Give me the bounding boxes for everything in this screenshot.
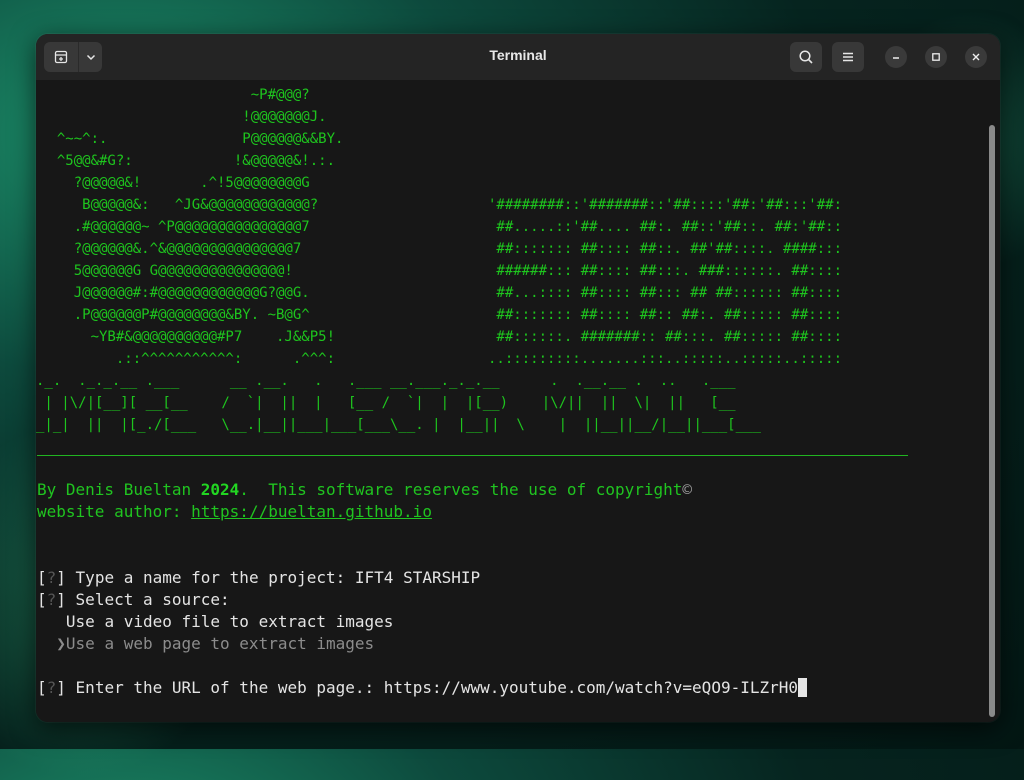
terminal-content[interactable]: ~P#@@@? !@@@@@@@J. ^~~^:. P@@@@@@&&BY. ^… bbox=[36, 80, 1000, 722]
menu-button[interactable] bbox=[832, 42, 864, 72]
project-name-prompt: [?] Type a name for the project: IFT4 ST… bbox=[37, 568, 481, 587]
hamburger-icon bbox=[843, 52, 853, 62]
banner-divider bbox=[37, 455, 908, 456]
website-link[interactable]: https://bueltan.github.io bbox=[191, 502, 432, 521]
option-label: Use a web page to extract images bbox=[65, 634, 375, 653]
minimize-button[interactable] bbox=[885, 46, 907, 68]
copyright-symbol: © bbox=[682, 480, 693, 499]
maximize-icon bbox=[932, 53, 940, 61]
titlebar: Terminal bbox=[36, 34, 1000, 81]
text-cursor bbox=[798, 678, 808, 697]
source-option-video[interactable]: Use a video file to extract images bbox=[37, 611, 394, 633]
credit-line: By Denis Bueltan 2024. This software res… bbox=[37, 479, 692, 501]
option-label: Use a video file to extract images bbox=[65, 612, 394, 631]
url-input-value[interactable]: https://www.youtube.com/watch?v=eQO9-ILZ… bbox=[384, 678, 798, 697]
ascii-side-art: '########::'#######::'##::::'##:'##:::'#… bbox=[488, 197, 843, 367]
credit-prefix: By Denis Bueltan bbox=[37, 480, 201, 499]
website-label: website author: bbox=[37, 502, 192, 521]
url-prompt[interactable]: [?] Enter the URL of the web page.: http… bbox=[37, 677, 808, 699]
credit-year: 2024 bbox=[200, 480, 240, 499]
prompt-marker: ? bbox=[46, 590, 57, 609]
source-option-web[interactable]: ❯Use a web page to extract images bbox=[37, 633, 374, 655]
scrollbar[interactable] bbox=[988, 80, 996, 717]
maximize-button[interactable] bbox=[925, 46, 947, 68]
search-button[interactable] bbox=[790, 42, 822, 72]
credit-suffix: . This software reserves the use of copy… bbox=[239, 480, 683, 499]
website-line: website author: https://bueltan.github.i… bbox=[37, 501, 432, 523]
scrollbar-thumb[interactable] bbox=[989, 125, 995, 717]
prompt-question: Enter the URL of the web page.: bbox=[75, 678, 384, 697]
minimize-icon bbox=[893, 57, 899, 59]
ascii-banner-art: ._. ._._.__ .___ __ .__. . .___ __.___._… bbox=[36, 373, 761, 433]
ascii-logo-art: ~P#@@@? !@@@@@@@J. ^~~^:. P@@@@@@&&BY. ^… bbox=[56, 87, 344, 367]
prompt-marker: ? bbox=[46, 568, 57, 587]
select-source-prompt: [?] Select a source: bbox=[37, 590, 230, 609]
selection-pointer-icon: ❯ bbox=[56, 634, 66, 653]
prompt-question: Select a source: bbox=[75, 590, 230, 609]
search-icon bbox=[799, 50, 813, 64]
prompt-answer: IFT4 STARSHIP bbox=[354, 568, 481, 587]
terminal-window: Terminal ~P#@@@? !@@@@@@@J. ^~~^:. P@@@@… bbox=[36, 34, 1000, 722]
close-button[interactable] bbox=[965, 46, 987, 68]
prompt-marker: ? bbox=[46, 678, 57, 697]
prompt-question: Type a name for the project: bbox=[75, 568, 355, 587]
close-icon bbox=[972, 53, 980, 61]
